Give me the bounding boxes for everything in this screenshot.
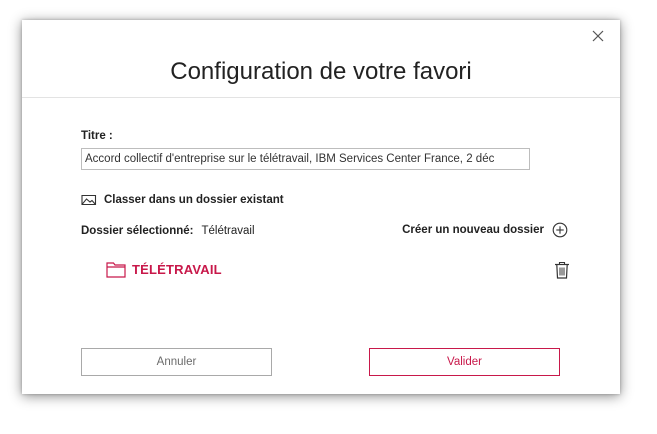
folder-item[interactable]: TÉLÉTRAVAIL <box>106 261 222 278</box>
selected-folder-info: Dossier sélectionné: Télétravail <box>81 225 255 237</box>
folder-icon <box>106 262 126 278</box>
favorite-config-dialog: Configuration de votre favori Titre : Cl… <box>22 20 620 394</box>
title-input[interactable] <box>81 148 530 170</box>
classify-existing-folder-label: Classer dans un dossier existant <box>104 194 284 206</box>
trash-icon[interactable] <box>554 261 570 279</box>
cancel-button[interactable]: Annuler <box>81 348 272 376</box>
classify-existing-folder-toggle[interactable]: Classer dans un dossier existant <box>81 194 284 206</box>
dialog-title: Configuration de votre favori <box>170 58 472 85</box>
plus-circle-icon <box>552 222 568 238</box>
validate-button[interactable]: Valider <box>369 348 560 376</box>
create-folder-button[interactable]: Créer un nouveau dossier <box>402 222 568 238</box>
selected-folder-label: Dossier sélectionné: <box>81 225 194 237</box>
title-divider <box>22 97 620 98</box>
folder-item-name: TÉLÉTRAVAIL <box>132 262 222 277</box>
create-folder-label: Créer un nouveau dossier <box>402 224 544 236</box>
folder-open-icon <box>81 194 97 206</box>
selected-folder-value: Télétravail <box>201 225 255 237</box>
title-label: Titre : <box>81 130 113 142</box>
close-icon[interactable] <box>590 28 606 44</box>
